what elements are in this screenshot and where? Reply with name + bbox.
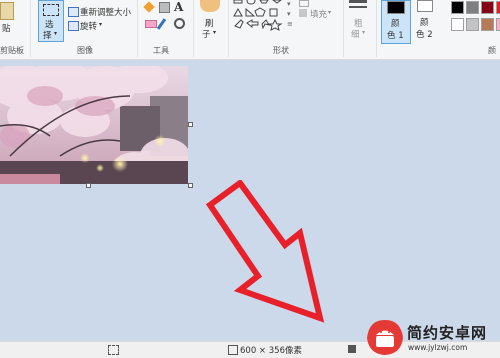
shapes-scroll-icon[interactable]: ▾	[287, 0, 291, 8]
tools-group-label: 工具	[153, 46, 169, 55]
paste-button-label[interactable]: 贴	[2, 22, 11, 34]
separator	[343, 0, 344, 57]
color1-button[interactable]: 颜 色 1	[381, 0, 411, 44]
image-group-label: 图像	[77, 46, 93, 55]
select-rect-icon	[43, 4, 59, 16]
fill-chevron-down-icon[interactable]: ▾	[328, 9, 331, 16]
separator	[137, 0, 138, 57]
rotate-icon	[68, 21, 79, 31]
chevron-down-icon: ▾	[54, 30, 58, 37]
selection-size-icon	[108, 345, 119, 355]
save-disk-icon	[348, 345, 356, 353]
image-size-icon	[228, 345, 238, 355]
separator	[193, 0, 194, 57]
color2-label-2: 色 2	[416, 30, 433, 40]
shapes-group-label: 形状	[273, 46, 289, 55]
watermark-title: 简约安卓网	[407, 324, 488, 342]
fill-button[interactable]: 填充	[310, 8, 327, 20]
palette-swatch[interactable]	[451, 18, 464, 31]
resize-handle-corner[interactable]	[188, 183, 193, 188]
android-logo-icon	[367, 320, 403, 355]
text-tool-icon[interactable]: A	[174, 0, 183, 14]
shapes-expand-icon[interactable]: ≡	[287, 20, 293, 28]
color-picker-icon[interactable]	[156, 18, 167, 30]
palette-swatch[interactable]	[466, 1, 479, 14]
cherry-blossom-photo	[0, 66, 188, 184]
select-label-2: 择	[43, 31, 52, 41]
shapes-icons	[233, 0, 283, 31]
color2-button[interactable]: 颜 色 2	[413, 0, 439, 42]
palette-swatch[interactable]	[481, 18, 494, 31]
image-size-text: 600 × 356像素	[240, 346, 302, 356]
chevron-down-icon: ▾	[213, 29, 217, 36]
brushes-button[interactable]: 刷 子 ▾	[198, 0, 222, 42]
separator	[376, 0, 377, 57]
shapes-gallery[interactable]	[232, 0, 284, 34]
separator	[30, 0, 31, 57]
color2-swatch	[417, 0, 433, 12]
color1-label-2: 色 1	[387, 31, 404, 41]
color1-swatch	[387, 1, 405, 14]
colors-group-label: 颜	[488, 46, 496, 55]
palette-swatch[interactable]	[466, 18, 479, 31]
brushes-label-2: 子	[202, 30, 211, 40]
brush-icon	[200, 0, 220, 12]
resize-handle-right[interactable]	[188, 122, 193, 127]
palette-swatch[interactable]	[496, 18, 500, 31]
canvas-image[interactable]	[0, 66, 188, 184]
resize-button[interactable]: 重新调整大小	[80, 6, 131, 18]
resize-handle-bottom[interactable]	[86, 183, 91, 188]
shapes-scroll-down-icon[interactable]: ▾	[287, 10, 291, 18]
size-lines-icon-2	[349, 6, 367, 8]
eraser-icon[interactable]	[145, 20, 157, 28]
color2-label: 颜	[420, 18, 429, 28]
clipboard-group-label: 剪贴板	[0, 46, 24, 55]
fill-icon[interactable]	[299, 9, 307, 17]
magnifier-icon[interactable]	[174, 18, 185, 29]
rotate-button[interactable]: 旋转	[80, 20, 97, 32]
rotate-chevron-down-icon[interactable]: ▾	[99, 21, 102, 28]
separator	[228, 0, 229, 57]
fill-bucket-icon[interactable]	[159, 2, 170, 13]
palette-swatch[interactable]	[496, 1, 500, 14]
watermark-url: www.jylzwj.com	[408, 343, 468, 352]
ribbon: 贴 剪贴板 选 择 ▾ 重新调整大小 旋转 ▾ 图像 A 工具 刷 子 ▾ ▾ …	[0, 0, 500, 60]
watermark: 简约安卓网 www.jylzwj.com	[365, 318, 500, 357]
outline-icon[interactable]	[299, 0, 309, 7]
chevron-down-icon: ▾	[362, 29, 366, 36]
palette-swatch[interactable]	[481, 1, 494, 14]
pencil-icon[interactable]	[143, 1, 155, 13]
size-lines-icon	[349, 0, 367, 3]
resize-icon	[68, 7, 79, 17]
paste-icon[interactable]	[0, 2, 14, 20]
size-label-2: 细	[351, 30, 360, 40]
size-button[interactable]: 粗 细 ▾	[346, 0, 372, 42]
select-button[interactable]: 选 择 ▾	[38, 0, 64, 42]
palette-swatch[interactable]	[451, 1, 464, 14]
color1-label: 颜	[391, 19, 400, 29]
red-arrow-annotation	[205, 180, 325, 323]
